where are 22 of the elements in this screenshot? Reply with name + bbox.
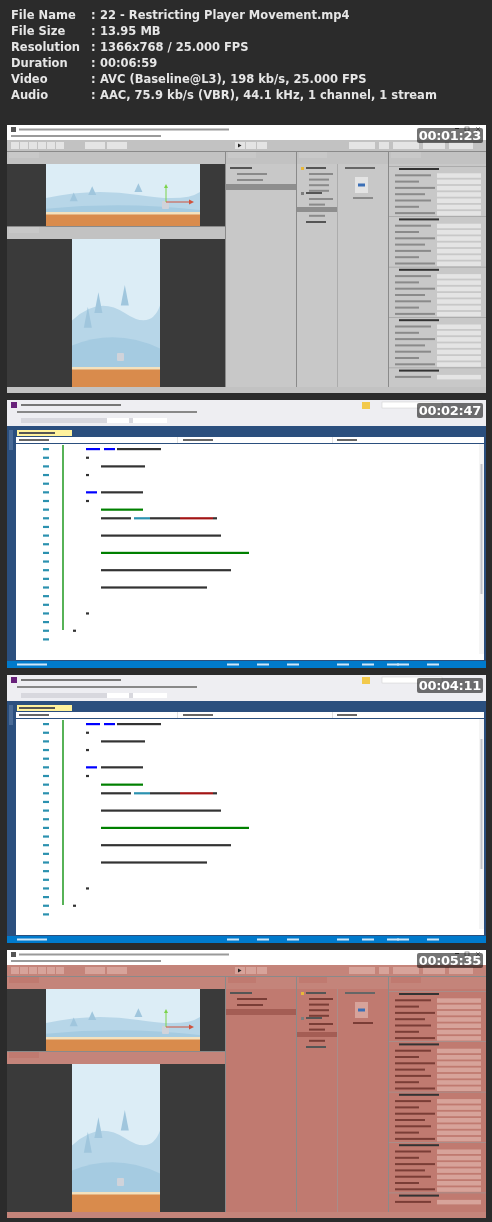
timestamp: 00:01:23 bbox=[416, 128, 483, 143]
info-label: Resolution bbox=[11, 39, 82, 55]
colon-separator: : bbox=[91, 87, 97, 103]
info-value: 00:06:59 bbox=[100, 55, 158, 71]
info-value: AAC, 75.9 kb/s (VBR), 44.1 kHz, 1 channel, 1 stream bbox=[100, 87, 437, 103]
info-value: 13.95 MB bbox=[100, 23, 161, 39]
colon-separator: : bbox=[91, 7, 97, 23]
info-label: Audio bbox=[11, 87, 50, 103]
info-label: File Size bbox=[11, 23, 67, 39]
info-label: Duration bbox=[11, 55, 69, 71]
colon-separator: : bbox=[91, 39, 97, 55]
colon-separator: : bbox=[91, 71, 97, 87]
colon-separator: : bbox=[91, 55, 97, 71]
info-value: AVC (Baseline@L3), 198 kb/s, 25.000 FPS bbox=[100, 71, 367, 87]
info-value: 1366x768 / 25.000 FPS bbox=[100, 39, 249, 55]
info-value: 22 - Restricting Player Movement.mp4 bbox=[100, 7, 350, 23]
timestamp: 00:04:11 bbox=[416, 678, 483, 693]
info-label: File Name bbox=[11, 7, 77, 23]
timestamp: 00:02:47 bbox=[416, 403, 483, 418]
info-label: Video bbox=[11, 71, 49, 87]
colon-separator: : bbox=[91, 23, 97, 39]
timestamp: 00:05:35 bbox=[416, 953, 483, 968]
